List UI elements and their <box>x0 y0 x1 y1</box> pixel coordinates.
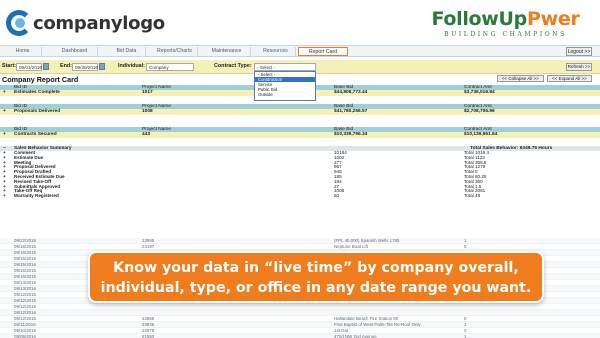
banner-line-2: individual, type, or office in any date … <box>100 280 532 296</box>
summary-value: 50 <box>334 193 340 199</box>
row-amount: 1 <box>464 334 467 338</box>
section-row[interactable]: + Contracts Secured 443 $10,339,796.34 $… <box>0 132 600 138</box>
start-date-input[interactable]: 09/01/2016 <box>16 63 42 71</box>
company-logo[interactable]: companylogo <box>6 10 165 36</box>
company-logo-icon <box>6 10 32 36</box>
contract-type-select[interactable]: - Select - <box>254 63 316 71</box>
contract-type-label: Contract Type: <box>214 63 252 69</box>
individual-label: Individual: <box>118 63 145 69</box>
summary-total-value: Total 48 <box>464 193 481 199</box>
tab-reports-charts[interactable]: Reports/Charts <box>152 47 198 56</box>
table-row[interactable]: 09/09/2016 21553 472d NW 2nd Avenue 1 <box>0 334 600 338</box>
end-date-input[interactable]: 09/30/2016 <box>72 63 98 71</box>
tab-report-card[interactable]: Report Card <box>298 47 348 56</box>
expand-icon[interactable]: + <box>3 193 6 199</box>
section-label: Proposals Delivered <box>14 109 61 114</box>
logout-button[interactable]: Logout >> <box>566 47 592 56</box>
section-label: Contracts Secured <box>14 132 57 137</box>
contract-type-dropdown: - Select - Construction Service Public B… <box>254 71 316 101</box>
row-project[interactable]: 472d NW 2nd Avenue <box>334 334 377 338</box>
refresh-button[interactable]: Refresh >> <box>566 63 592 71</box>
start-calendar-icon[interactable] <box>43 63 49 70</box>
summary-label: Warranty Registered <box>14 193 59 199</box>
individual-select[interactable]: Company <box>146 63 194 71</box>
section-label: Estimates Complete <box>14 90 60 95</box>
promo-banner: Know your data in “live time” by company… <box>88 251 544 303</box>
row-bid-id[interactable]: 21553 <box>142 334 154 338</box>
tab-resources[interactable]: Resources <box>256 47 296 56</box>
sales-behavior-summary: − Sales Behavior Summary Total Sales Beh… <box>0 146 600 199</box>
end-label: End: <box>60 63 72 69</box>
expand-icon[interactable]: + <box>3 109 6 115</box>
tab-maintenance[interactable]: Maintenance <box>203 47 251 56</box>
row-date: 09/09/2016 <box>14 334 36 338</box>
tab-home[interactable]: Home <box>4 47 42 56</box>
page-title: Company Report Card <box>2 75 79 84</box>
company-logo-text: companylogo <box>33 12 165 34</box>
end-calendar-icon[interactable] <box>99 63 105 70</box>
section-proposals: Bid ID Project Name Base Bid Contract Am… <box>0 104 600 115</box>
summary-row[interactable]: + Warranty Registered 50 Total 48 <box>0 193 600 199</box>
expand-icon[interactable]: + <box>3 90 6 96</box>
main-nav: Home Dashboard Bid Data Reports/Charts M… <box>0 45 600 57</box>
dropdown-option-outside[interactable]: Outside <box>255 92 315 97</box>
section-row[interactable]: + Proposals Delivered 1008 $41,780,256.5… <box>0 109 600 115</box>
collapse-all-button[interactable]: << Collapse All >> <box>496 75 544 82</box>
app-header: companylogo FollowUpPwer BUILDING CHAMPI… <box>0 0 600 44</box>
collapse-expand-controls: << Collapse All >> << Expand All >> <box>496 75 592 82</box>
expand-all-button[interactable]: << Expand All >> <box>547 75 592 82</box>
banner-line-1: Know your data in “live time” by company… <box>113 260 519 276</box>
tab-dashboard[interactable]: Dashboard <box>52 47 98 56</box>
brand-name: FollowUpPwer <box>431 8 580 30</box>
start-label: Start: <box>2 63 17 69</box>
tab-bid-data[interactable]: Bid Data <box>108 47 146 56</box>
brand-tagline: BUILDING CHAMPIONS <box>444 31 567 38</box>
followup-power-logo: FollowUpPwer BUILDING CHAMPIONS <box>423 8 588 38</box>
section-contracts: Bid ID Project Name Base Bid Contract Am… <box>0 127 600 138</box>
expand-icon[interactable]: + <box>3 132 6 138</box>
